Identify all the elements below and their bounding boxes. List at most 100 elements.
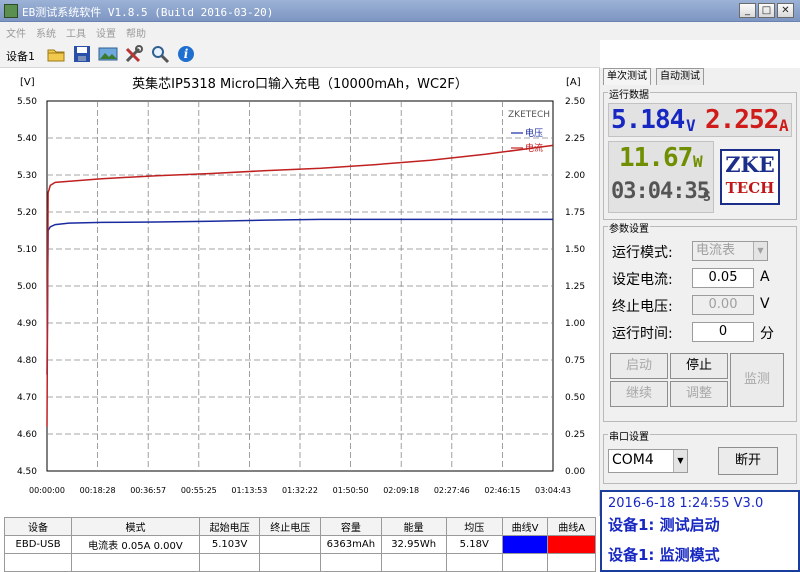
curve-a-color-swatch[interactable] xyxy=(547,535,596,554)
run-data-group: 运行数据 5.184 V 2.252 A 11.67 W 03:04:35 S … xyxy=(603,86,797,220)
menu-file[interactable]: 文件 xyxy=(6,25,26,40)
x-tick-label: 00:00:00 xyxy=(29,486,65,495)
end-voltage-input[interactable]: 0.00 xyxy=(692,295,754,315)
y-right-tick-label: 1.75 xyxy=(565,208,585,218)
power-unit: W xyxy=(693,152,703,171)
col-curve-a: 曲线A xyxy=(547,517,596,536)
time-readout: 03:04:35 xyxy=(611,179,710,204)
menu-tools[interactable]: 工具 xyxy=(66,25,86,40)
y-left-tick-label: 4.70 xyxy=(17,393,37,403)
y-left-tick-label: 4.60 xyxy=(17,430,37,440)
curve-v-color-swatch[interactable] xyxy=(501,535,549,554)
x-tick-label: 00:18:28 xyxy=(80,486,116,495)
col-energy: 能量 xyxy=(380,517,447,536)
results-table: 设备 模式 起始电压 终止电压 容量 能量 均压 曲线V 曲线A EBD-USB… xyxy=(3,517,596,572)
y-left-tick-label: 5.10 xyxy=(17,245,37,255)
menu-settings[interactable]: 设置 xyxy=(96,25,116,40)
y-left-tick-label: 4.50 xyxy=(17,467,37,477)
chevron-down-icon[interactable]: ▼ xyxy=(673,450,687,472)
close-button[interactable]: ✕ xyxy=(777,3,794,18)
y-left-tick-label: 4.90 xyxy=(17,319,37,329)
y-right-tick-label: 0.50 xyxy=(565,393,585,403)
run-mode-select[interactable]: 电流表 ▼ xyxy=(692,241,768,261)
menu-bar: 文件 系统 工具 设置 帮助 xyxy=(0,22,800,40)
time-unit: S xyxy=(703,190,711,205)
end-voltage-unit: V xyxy=(760,296,770,312)
chart-area: 英集芯IP5318 Micro口输入充电（10000mAh，WC2F） [V] … xyxy=(0,68,600,516)
monitor-button[interactable]: 监测 xyxy=(730,353,784,407)
run-time-unit: 分 xyxy=(760,326,774,342)
save-icon[interactable] xyxy=(72,44,92,64)
set-current-unit: A xyxy=(760,269,770,285)
port-select[interactable]: COM4 ▼ xyxy=(608,449,688,473)
log-line-1: 设备1: 测试启动 xyxy=(608,516,720,534)
tools-icon[interactable] xyxy=(124,44,144,64)
start-button[interactable]: 启动 xyxy=(610,353,668,379)
current-readout: 2.252 xyxy=(705,105,779,135)
table-row-empty xyxy=(3,553,596,572)
x-tick-label: 02:09:18 xyxy=(383,486,419,495)
y-left-tick-label: 5.30 xyxy=(17,171,37,181)
x-tick-label: 01:13:53 xyxy=(231,486,267,495)
col-mode: 模式 xyxy=(71,517,200,536)
minimize-button[interactable]: _ xyxy=(739,3,756,18)
y-left-tick-label: 4.80 xyxy=(17,356,37,366)
col-curve-v: 曲线V xyxy=(501,517,549,536)
x-tick-label: 03:04:43 xyxy=(535,486,571,495)
voltage-unit: V xyxy=(686,116,696,135)
toolbar: 设备1 i xyxy=(0,40,600,68)
col-avg-voltage: 均压 xyxy=(445,517,503,536)
run-mode-label: 运行模式: xyxy=(612,245,673,261)
log-area[interactable]: 2016-6-18 1:24:55 V3.0 设备1: 测试启动 设备1: 监测… xyxy=(600,490,800,572)
log-line-2: 设备1: 监测模式 xyxy=(608,546,720,564)
cell-device: EBD-USB xyxy=(3,535,73,554)
tab-auto-test[interactable]: 自动测试 xyxy=(656,68,704,85)
col-end-voltage: 终止电压 xyxy=(259,517,322,536)
window-title: EB测试系统软件 V1.8.5 (Build 2016-03-20) xyxy=(22,6,274,19)
control-panel: 单次测试 自动测试 运行数据 5.184 V 2.252 A 11.67 W 0… xyxy=(600,68,800,572)
cell-mode: 电流表 0.05A 0.00V xyxy=(71,535,200,554)
set-current-label: 设定电流: xyxy=(612,272,673,288)
cell-capacity: 6363mAh xyxy=(320,535,382,554)
info-icon[interactable]: i xyxy=(176,44,196,64)
set-current-input[interactable]: 0.05 xyxy=(692,268,754,288)
col-capacity: 容量 xyxy=(320,517,382,536)
power-readout: 11.67 xyxy=(619,143,693,173)
cell-end-voltage xyxy=(259,535,322,554)
cell-start-voltage: 5.103V xyxy=(198,535,261,554)
voltage-readout: 5.184 xyxy=(611,105,685,135)
continue-button[interactable]: 继续 xyxy=(610,381,668,407)
y-right-tick-label: 0.25 xyxy=(565,430,585,440)
x-tick-label: 02:46:15 xyxy=(484,486,520,495)
stop-button[interactable]: 停止 xyxy=(670,353,728,379)
right-axis-unit: [A] xyxy=(566,77,581,88)
zke-logo: ZKE TECH xyxy=(720,149,780,205)
zoom-icon[interactable] xyxy=(150,44,170,64)
menu-system[interactable]: 系统 xyxy=(36,25,56,40)
device-selector[interactable]: 设备1 xyxy=(6,48,35,64)
open-folder-icon[interactable] xyxy=(46,44,66,64)
y-right-tick-label: 2.00 xyxy=(565,171,585,181)
svg-text:i: i xyxy=(184,47,189,61)
disconnect-button[interactable]: 断开 xyxy=(718,447,778,475)
y-right-tick-label: 1.25 xyxy=(565,282,585,292)
maximize-button[interactable]: □ xyxy=(758,3,775,18)
y-left-tick-label: 5.20 xyxy=(17,208,37,218)
y-left-tick-label: 5.50 xyxy=(17,97,37,107)
y-right-tick-label: 1.50 xyxy=(565,245,585,255)
table-header-row: 设备 模式 起始电压 终止电压 容量 能量 均压 曲线V 曲线A xyxy=(3,517,596,536)
menu-help[interactable]: 帮助 xyxy=(126,25,146,40)
table-row[interactable]: EBD-USB 电流表 0.05A 0.00V 5.103V 6363mAh 3… xyxy=(3,535,596,554)
lcd-power-time: 11.67 W 03:04:35 S xyxy=(608,141,714,213)
cell-avg-voltage: 5.18V xyxy=(445,535,503,554)
y-left-tick-label: 5.40 xyxy=(17,134,37,144)
x-tick-label: 00:36:57 xyxy=(130,486,166,495)
chevron-down-icon[interactable]: ▼ xyxy=(753,242,767,260)
picture-icon[interactable] xyxy=(98,44,118,64)
watermark: ZKETECH xyxy=(508,110,550,120)
x-tick-label: 00:55:25 xyxy=(181,486,217,495)
tab-single-test[interactable]: 单次测试 xyxy=(603,68,651,85)
cell-energy: 32.95Wh xyxy=(380,535,447,554)
run-time-input[interactable]: 0 xyxy=(692,322,754,342)
adjust-button[interactable]: 调整 xyxy=(670,381,728,407)
